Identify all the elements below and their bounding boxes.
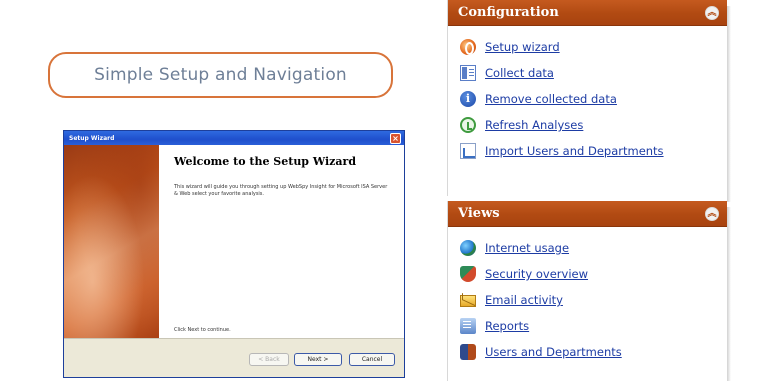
close-icon[interactable]: × (390, 132, 401, 144)
configuration-panel-header[interactable]: Configuration ︽ (448, 0, 727, 26)
views-list: Internet usage Security overview Email a… (448, 227, 727, 365)
remove-collected-data-link[interactable]: Remove collected data (485, 92, 617, 106)
shield-icon (460, 266, 476, 282)
wizard-footer: < Back Next > Cancel (64, 338, 404, 377)
configuration-item-setup-wizard[interactable]: Setup wizard (460, 34, 727, 60)
caption-label: Simple Setup and Navigation (48, 52, 393, 98)
collapse-icon[interactable]: ︽ (705, 5, 719, 20)
globe-icon (460, 240, 476, 256)
configuration-panel: Configuration ︽ Setup wizard Collect dat… (447, 0, 731, 202)
import-users-link[interactable]: Import Users and Departments (485, 144, 664, 158)
configuration-list: Setup wizard Collect data i Remove colle… (448, 26, 727, 164)
reports-icon (460, 318, 476, 334)
wizard-titlebar: Setup Wizard × (64, 131, 404, 145)
views-item-security-overview[interactable]: Security overview (460, 261, 727, 287)
internet-usage-link[interactable]: Internet usage (485, 241, 569, 255)
collapse-icon[interactable]: ︽ (705, 206, 719, 221)
users-and-departments-link[interactable]: Users and Departments (485, 345, 622, 359)
configuration-panel-title: Configuration (458, 5, 559, 20)
refresh-icon (460, 117, 476, 133)
wizard-window-title: Setup Wizard (69, 134, 115, 142)
wizard-heading: Welcome to the Setup Wizard (174, 155, 357, 168)
wizard-body-text: This wizard will guide you through setti… (174, 184, 388, 197)
back-button[interactable]: < Back (249, 353, 289, 366)
reports-link[interactable]: Reports (485, 319, 529, 333)
configuration-item-refresh-analyses[interactable]: Refresh Analyses (460, 112, 727, 138)
configuration-item-remove-collected-data[interactable]: i Remove collected data (460, 86, 727, 112)
security-overview-link[interactable]: Security overview (485, 267, 588, 281)
info-icon: i (460, 91, 476, 107)
views-panel-title: Views (458, 206, 500, 221)
views-item-reports[interactable]: Reports (460, 313, 727, 339)
import-icon (460, 143, 476, 159)
collect-data-link[interactable]: Collect data (485, 66, 554, 80)
wizard-side-banner (64, 145, 159, 340)
cancel-button[interactable]: Cancel (349, 353, 395, 366)
next-button[interactable]: Next > (294, 353, 342, 366)
configuration-item-collect-data[interactable]: Collect data (460, 60, 727, 86)
views-item-internet-usage[interactable]: Internet usage (460, 235, 727, 261)
users-icon (460, 344, 476, 360)
mail-icon (460, 295, 476, 307)
setup-wizard-icon (460, 39, 476, 55)
panel-shadow (727, 6, 731, 202)
email-activity-link[interactable]: Email activity (485, 293, 563, 307)
views-item-users-and-departments[interactable]: Users and Departments (460, 339, 727, 365)
setup-wizard-window: Setup Wizard × Welcome to the Setup Wiza… (63, 130, 405, 378)
collect-data-icon (460, 65, 476, 81)
views-item-email-activity[interactable]: Email activity (460, 287, 727, 313)
setup-wizard-link[interactable]: Setup wizard (485, 40, 560, 54)
configuration-item-import-users[interactable]: Import Users and Departments (460, 138, 727, 164)
refresh-analyses-link[interactable]: Refresh Analyses (485, 118, 583, 132)
panel-shadow (727, 207, 731, 381)
views-panel: Views ︽ Internet usage Security overview… (447, 201, 731, 381)
wizard-continue-text: Click Next to continue. (174, 327, 231, 333)
views-panel-header[interactable]: Views ︽ (448, 201, 727, 227)
